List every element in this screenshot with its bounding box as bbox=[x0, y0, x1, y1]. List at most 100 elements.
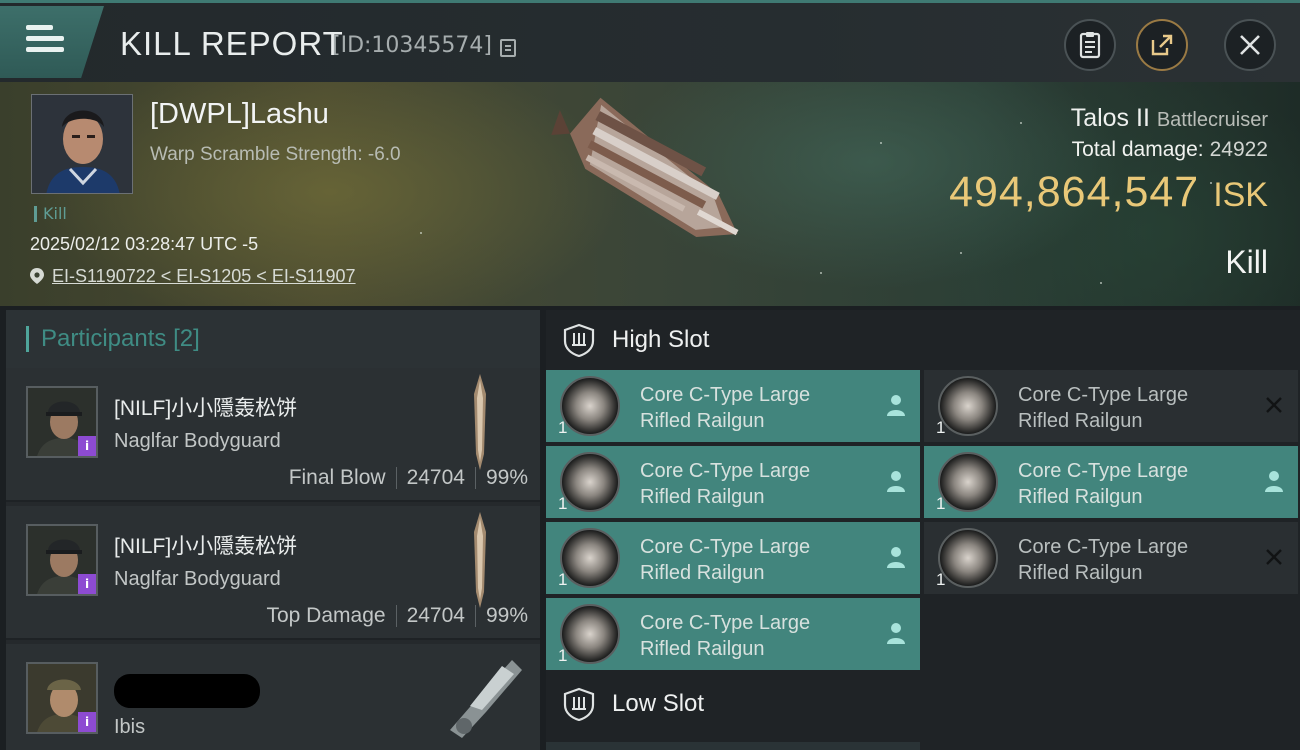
shield-icon bbox=[563, 323, 595, 357]
person-icon bbox=[1265, 471, 1283, 492]
module-quantity: 1 bbox=[936, 570, 946, 589]
total-damage: Total damage: 24922 bbox=[1072, 138, 1268, 162]
railgun-icon bbox=[560, 376, 620, 436]
participant-role: Final Blow bbox=[288, 466, 386, 489]
victim-banner: [DWPL]Lashu Warp Scramble Strength: -6.0… bbox=[0, 82, 1300, 306]
isk-value: 494,864,547 ISK bbox=[949, 168, 1268, 217]
participant-ship-image bbox=[450, 660, 522, 738]
ship-class: Battlecruiser bbox=[1156, 109, 1268, 131]
module-quantity: 1 bbox=[558, 494, 568, 513]
participant-ship: Naglfar Bodyguard bbox=[114, 430, 281, 452]
module-quantity: 1 bbox=[936, 494, 946, 513]
top-bar: KILL REPORT [ID:10345574] bbox=[0, 0, 1300, 82]
participant-percent: 99% bbox=[485, 604, 528, 627]
close-icon[interactable] bbox=[1224, 19, 1276, 71]
participant-avatar: i bbox=[26, 662, 98, 734]
module-slot[interactable]: 1 Core C-Type Large Rifled Railgun bbox=[546, 522, 920, 594]
kill-result: Kill bbox=[1225, 244, 1268, 280]
participant-avatar: i bbox=[26, 524, 98, 596]
participant-stats: Final Blow 24704 99% bbox=[289, 466, 528, 490]
participant-ship: Ibis bbox=[114, 716, 146, 738]
railgun-icon bbox=[938, 376, 998, 436]
redacted-name bbox=[114, 674, 260, 708]
module-name: Core C-Type Large Rifled Railgun bbox=[640, 536, 811, 584]
kill-timestamp: 2025/02/12 03:28:47 UTC -5 bbox=[30, 234, 259, 254]
location-pin-icon bbox=[30, 268, 44, 284]
total-damage-label: Total damage: bbox=[1071, 138, 1204, 161]
module-slot[interactable]: 1 Core C-Type Large Rifled Railgun bbox=[546, 446, 920, 518]
menu-icon[interactable] bbox=[26, 25, 64, 55]
warp-scramble-strength: Warp Scramble Strength: -6.0 bbox=[150, 144, 401, 165]
shield-icon bbox=[563, 687, 595, 721]
railgun-icon bbox=[938, 528, 998, 588]
isk-amount: 494,864,547 bbox=[949, 168, 1200, 216]
participants-label: Participants [2] bbox=[41, 325, 200, 352]
railgun-icon bbox=[560, 528, 620, 588]
module-name: Core C-Type Large Rifled Railgun bbox=[1018, 384, 1189, 432]
participant-badge: i bbox=[78, 436, 96, 456]
module-slot[interactable]: 1 Core C-Type Large Rifled Railgun bbox=[924, 370, 1298, 442]
person-icon bbox=[887, 623, 905, 644]
participant-stats: Top Damage 24704 99% bbox=[266, 604, 528, 628]
x-mark-icon bbox=[1266, 397, 1282, 413]
module-quantity: 1 bbox=[558, 418, 568, 437]
participants-header: Participants [2] bbox=[6, 310, 540, 368]
module-name: Core C-Type Large Rifled Railgun bbox=[1018, 536, 1189, 584]
person-icon bbox=[887, 547, 905, 568]
module-quantity: 1 bbox=[936, 418, 946, 437]
participant-row[interactable]: i [NILF]小小隱轰松饼 Naglfar Bodyguard Top Dam… bbox=[6, 506, 540, 640]
participant-damage: 24704 bbox=[406, 466, 465, 489]
module-name: Core C-Type Large Rifled Railgun bbox=[640, 384, 811, 432]
low-slot-row-partial bbox=[546, 742, 920, 750]
module-quantity: 1 bbox=[558, 646, 568, 665]
kill-id: [ID:10345574] bbox=[332, 33, 492, 58]
clipboard-icon[interactable] bbox=[1064, 19, 1116, 71]
module-quantity: 1 bbox=[558, 570, 568, 589]
participant-name: [NILF]小小隱轰松饼 bbox=[114, 397, 298, 420]
victim-portrait[interactable] bbox=[31, 94, 133, 194]
module-name: Core C-Type Large Rifled Railgun bbox=[640, 612, 811, 660]
participant-ship: Naglfar Bodyguard bbox=[114, 568, 281, 590]
isk-unit: ISK bbox=[1213, 176, 1268, 214]
total-damage-value: 24922 bbox=[1209, 138, 1268, 161]
ship-name: Talos II bbox=[1070, 104, 1150, 132]
participants-panel: Participants [2] i [NILF]小小隱轰松饼 Naglfar … bbox=[6, 310, 540, 750]
kill-tag: Kill bbox=[34, 206, 67, 222]
railgun-icon bbox=[560, 604, 620, 664]
module-slot[interactable]: 1 Core C-Type Large Rifled Railgun bbox=[924, 446, 1298, 518]
participant-percent: 99% bbox=[485, 466, 528, 489]
participant-row[interactable]: i [NILF]小小隱轰松饼 Naglfar Bodyguard Final B… bbox=[6, 368, 540, 502]
participant-name: [NILF]小小隱轰松饼 bbox=[114, 535, 298, 558]
participant-row[interactable]: i Ibis bbox=[6, 644, 540, 750]
high-slot-header: High Slot bbox=[546, 310, 1300, 370]
share-icon[interactable] bbox=[1136, 19, 1188, 71]
fitting-panel: High Slot 1 Core C-Type Large Rifled Rail… bbox=[546, 310, 1300, 750]
module-name: Core C-Type Large Rifled Railgun bbox=[1018, 460, 1189, 508]
victim-ship: Talos II Battlecruiser bbox=[1071, 104, 1268, 133]
kill-location: EI-S1190722 < EI-S1205 < EI-S11907 bbox=[30, 266, 356, 287]
participant-role: Top Damage bbox=[266, 604, 386, 627]
x-mark-icon bbox=[1266, 549, 1282, 565]
person-icon bbox=[887, 471, 905, 492]
module-slot[interactable]: 1 Core C-Type Large Rifled Railgun bbox=[546, 370, 920, 442]
victim-name: [DWPL]Lashu bbox=[150, 98, 329, 130]
module-slot[interactable]: 1 Core C-Type Large Rifled Railgun bbox=[924, 522, 1298, 594]
participant-damage: 24704 bbox=[406, 604, 465, 627]
location-link[interactable]: EI-S1190722 < EI-S1205 < EI-S11907 bbox=[52, 266, 356, 286]
railgun-icon bbox=[938, 452, 998, 512]
participants-count: [2] bbox=[173, 325, 200, 352]
module-slot[interactable]: 1 Core C-Type Large Rifled Railgun bbox=[546, 598, 920, 670]
participant-ship-image bbox=[474, 374, 486, 470]
module-name: Core C-Type Large Rifled Railgun bbox=[640, 460, 811, 508]
railgun-icon bbox=[560, 452, 620, 512]
participant-avatar: i bbox=[26, 386, 98, 458]
participant-badge: i bbox=[78, 712, 96, 732]
copy-icon[interactable] bbox=[500, 39, 516, 57]
participant-ship-image bbox=[474, 512, 486, 608]
page-title: KILL REPORT bbox=[120, 25, 344, 62]
low-slot-label: Low Slot bbox=[612, 690, 705, 717]
high-slot-label: High Slot bbox=[612, 326, 710, 353]
low-slot-header: Low Slot bbox=[546, 674, 1300, 734]
victim-ship-image bbox=[551, 97, 739, 237]
person-icon bbox=[887, 395, 905, 416]
